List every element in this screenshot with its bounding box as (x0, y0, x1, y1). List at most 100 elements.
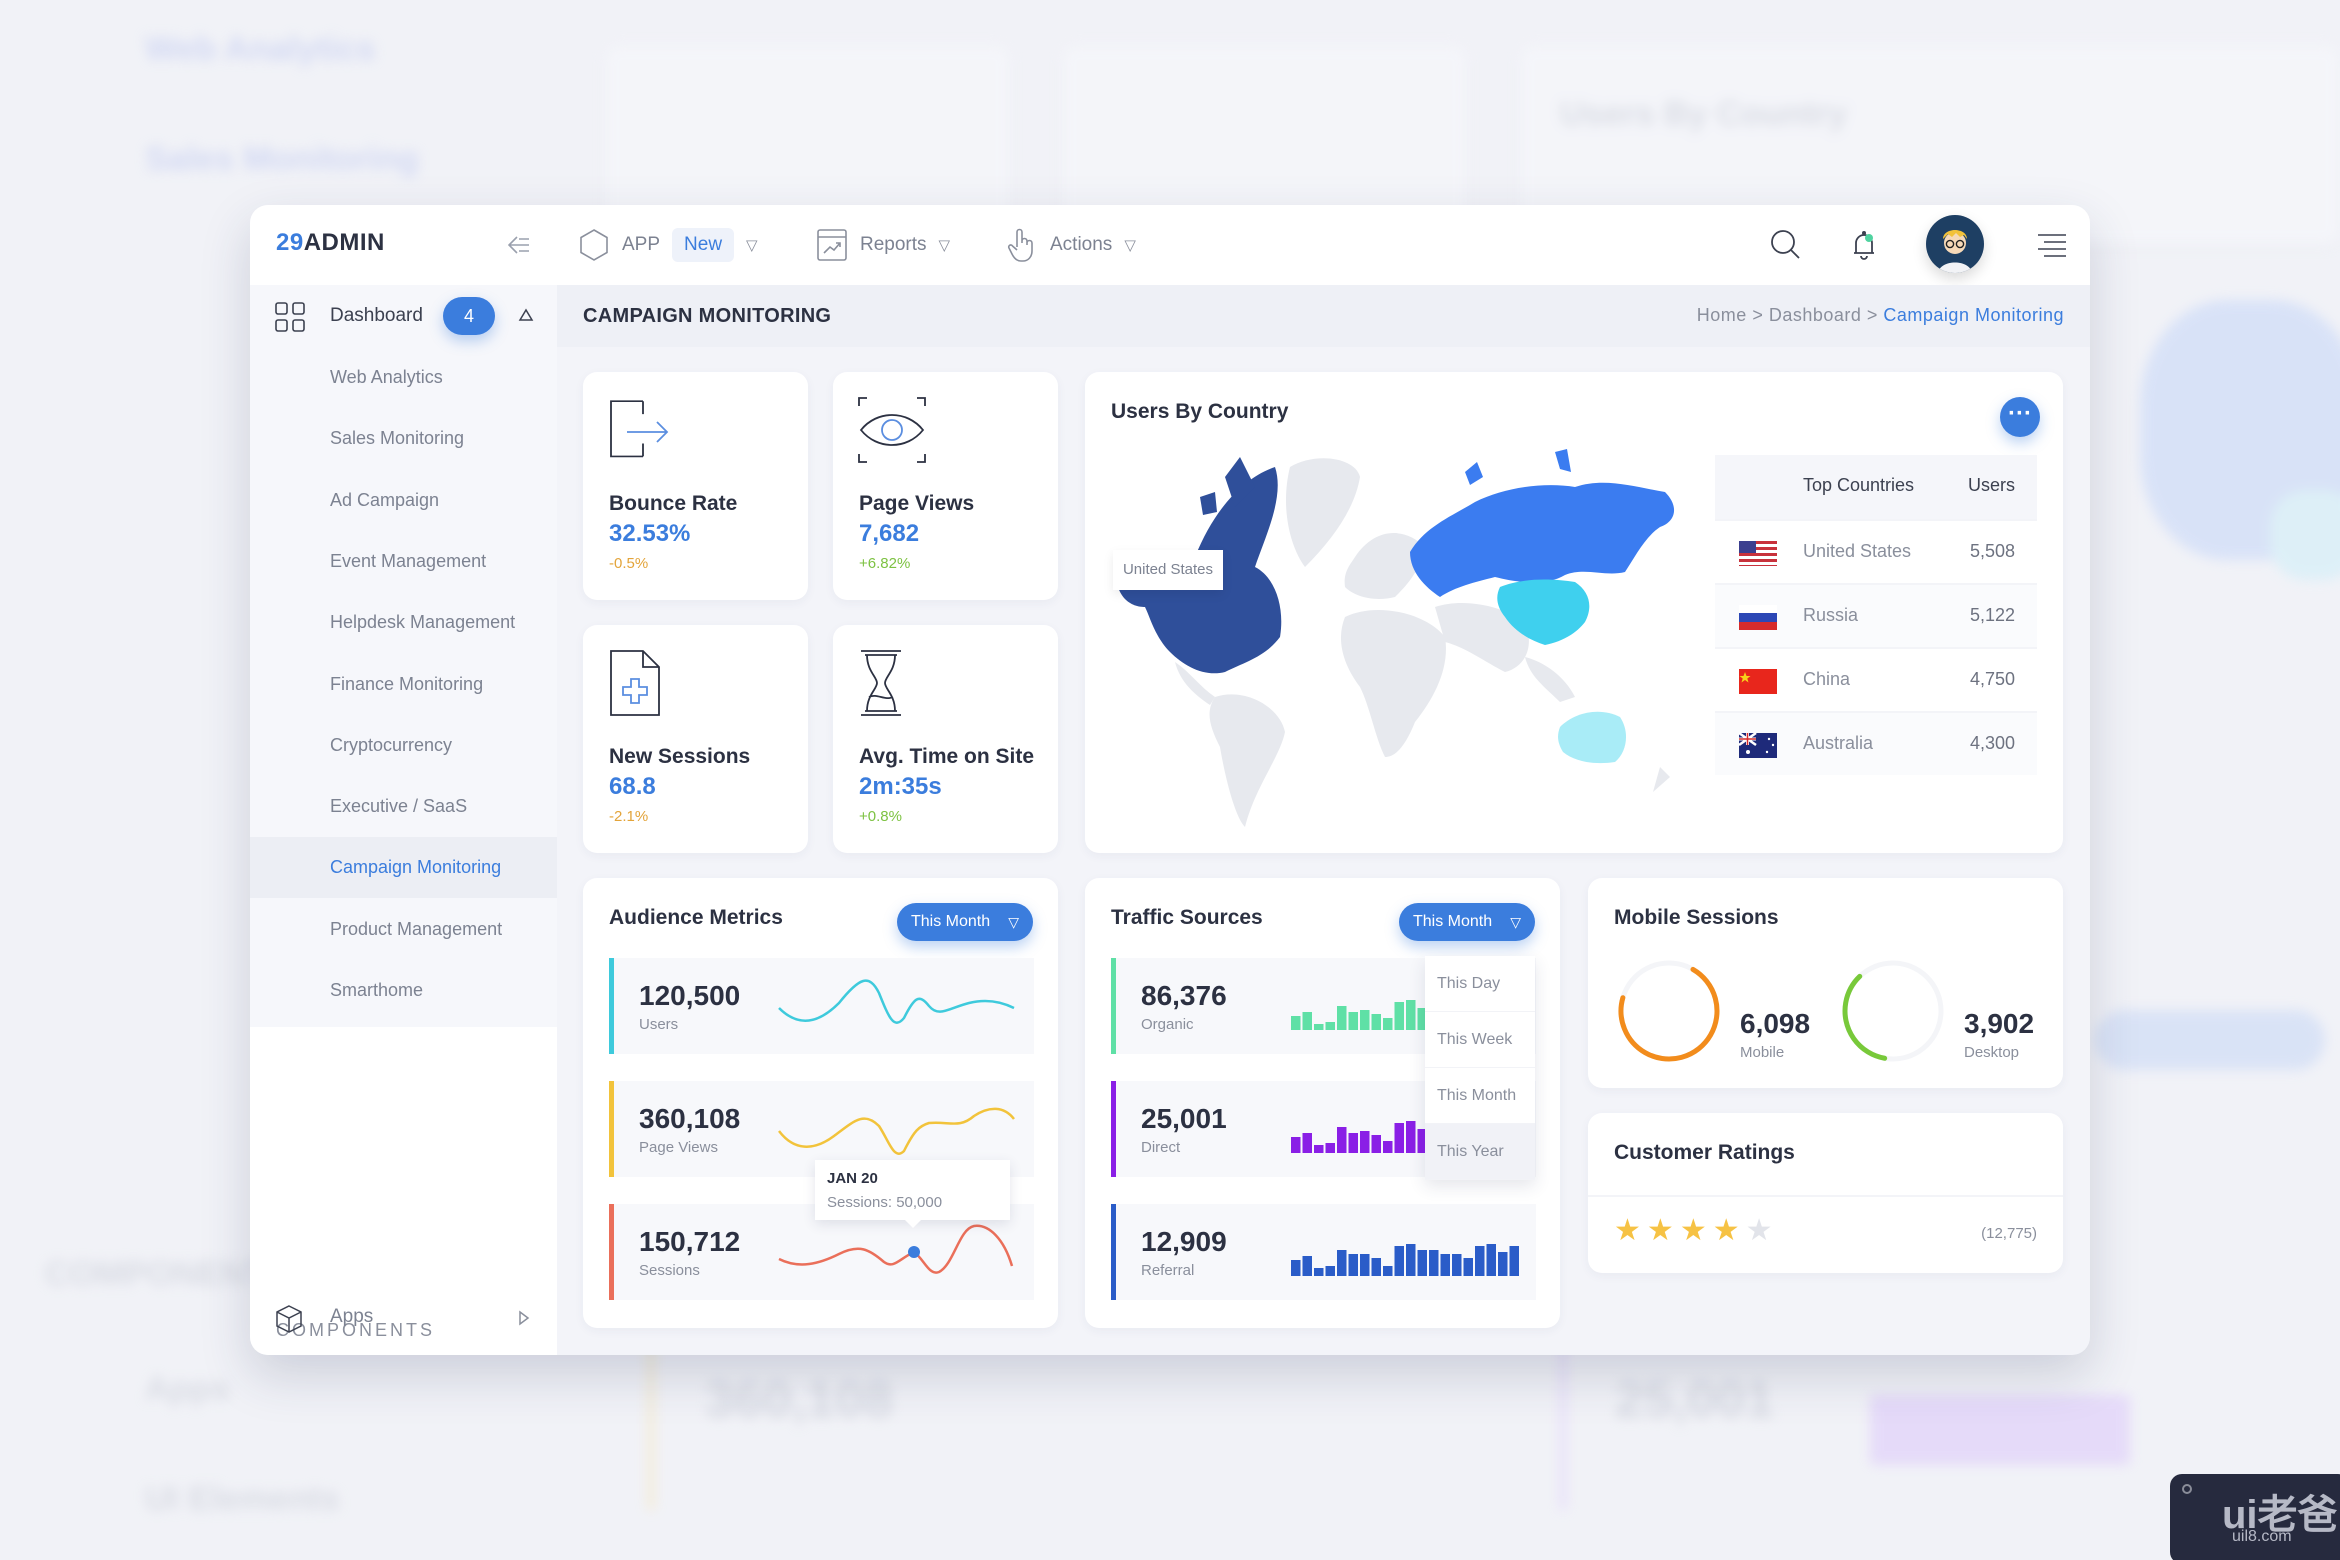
dropdown-option[interactable]: This Day (1425, 956, 1535, 1012)
hexagon-icon (580, 229, 608, 261)
bar (1348, 1012, 1358, 1030)
avatar-illustration (1938, 230, 1972, 273)
stat-card-new-sessions: New Sessions 68.8 -2.1% (583, 625, 808, 853)
sidebar-subitem[interactable]: Sales Monitoring (250, 408, 557, 469)
bar (1383, 1018, 1393, 1030)
notification-bell-icon[interactable] (1844, 225, 1884, 265)
mobile-label: Mobile (1740, 1044, 1785, 1061)
table-row[interactable]: United States 5,508 (1715, 519, 2037, 583)
bar (1360, 1254, 1370, 1276)
logo[interactable]: 29ADMIN (276, 229, 385, 257)
desktop-value: 3,902 (1964, 1008, 2035, 1039)
sidebar-subitem[interactable]: Cryptocurrency (250, 715, 557, 776)
search-icon[interactable] (1766, 225, 1806, 265)
bg-accent (648, 1330, 654, 1510)
star-empty-icon[interactable]: ★ (1746, 1216, 1773, 1246)
chart-report-icon (817, 229, 847, 261)
mobile-sessions-card: Mobile Sessions 6,098 Mobile 3,902 Deskt… (1588, 878, 2063, 1088)
hand-pointer-icon (1007, 228, 1033, 262)
bar (1371, 1135, 1381, 1153)
audience-range-dropdown[interactable]: This Month ▽ (897, 903, 1033, 941)
bar (1291, 1016, 1301, 1030)
bar (1371, 1014, 1381, 1030)
sidebar-subitem[interactable]: Product Management (250, 899, 557, 960)
map-tooltip: United States (1113, 550, 1223, 590)
accent-bar (609, 958, 614, 1054)
bar (1394, 1002, 1404, 1030)
notification-badge: 4 (443, 297, 495, 335)
eye-icon (858, 397, 926, 463)
bar (1337, 1250, 1347, 1276)
dropdown-option[interactable]: This Month (1425, 1068, 1535, 1124)
breadcrumb-home[interactable]: Home (1697, 305, 1747, 325)
mobile-ring-chart (1618, 960, 1720, 1062)
chevron-down-icon: ▽ (1008, 914, 1019, 930)
china-flag-icon (1739, 669, 1777, 694)
bar (1337, 1127, 1347, 1153)
sidebar-subitem[interactable]: Campaign Monitoring (250, 837, 557, 899)
hover-point[interactable] (908, 1246, 920, 1258)
sidebar-subitem[interactable]: Event Management (250, 531, 557, 592)
sidebar-subitem[interactable]: Web Analytics (250, 347, 557, 408)
metric-label: Users (639, 1016, 679, 1033)
star-filled-icon[interactable]: ★ (1614, 1216, 1641, 1246)
app-menu[interactable]: APP New ▽ (578, 225, 758, 265)
sidebar-component-item[interactable]: UI Elements (250, 1350, 557, 1356)
bar (1314, 1024, 1324, 1030)
table-row[interactable]: China 4,750 (1715, 647, 2037, 711)
top-countries-table: Top Countries Users United States 5,508 … (1715, 455, 2037, 775)
bar (1314, 1145, 1324, 1153)
sidebar-subitem[interactable]: Ad Campaign (250, 470, 557, 531)
bar (1463, 1258, 1473, 1276)
us-flag-icon (1739, 541, 1777, 566)
card-title: Customer Ratings (1614, 1141, 1795, 1164)
new-file-icon (610, 650, 660, 716)
bar (1314, 1268, 1324, 1276)
stat-card-page-views: Page Views 7,682 +6.82% (833, 372, 1058, 600)
bg-accent (1560, 1330, 1566, 1510)
russia-flag-icon (1739, 605, 1777, 630)
page-title: CAMPAIGN MONITORING (583, 305, 832, 327)
star-filled-icon[interactable]: ★ (1713, 1216, 1740, 1246)
table-row[interactable]: Russia 5,122 (1715, 583, 2037, 647)
sidebar-subitem[interactable]: Smarthome (250, 960, 557, 1021)
reports-label: Reports (860, 234, 927, 255)
stat-value: 68.8 (609, 773, 656, 800)
breadcrumb-dashboard[interactable]: Dashboard (1769, 305, 1862, 325)
new-button[interactable]: New (672, 228, 735, 262)
bar (1486, 1244, 1496, 1276)
chevron-down-icon[interactable]: ▽ (746, 236, 758, 254)
reports-menu[interactable]: Reports ▽ (816, 225, 950, 265)
traffic-range-dropdown[interactable]: This Month ▽ (1399, 903, 1535, 941)
collapse-sidebar-icon[interactable] (505, 231, 533, 259)
bg-text: Apps (145, 1370, 230, 1408)
dropdown-option[interactable]: This Year (1425, 1124, 1535, 1180)
metric-value: 360,108 (639, 1103, 741, 1134)
dropdown-option[interactable]: This Week (1425, 1012, 1535, 1068)
actions-menu[interactable]: Actions ▽ (1006, 225, 1136, 265)
star-filled-icon[interactable]: ★ (1647, 1216, 1674, 1246)
bar (1348, 1254, 1358, 1276)
more-options-button[interactable]: ··· (2000, 397, 2040, 437)
hamburger-menu-icon[interactable] (2032, 225, 2072, 265)
range-dropdown-menu: This Day This Week This Month This Year (1425, 956, 1535, 1180)
bg-dropdown (2095, 1010, 2325, 1070)
sidebar-subitem[interactable]: Helpdesk Management (250, 592, 557, 653)
metric-label: Sessions (639, 1262, 700, 1279)
metric-label: Organic (1141, 1016, 1194, 1033)
user-avatar[interactable] (1926, 215, 1984, 273)
chevron-up-icon[interactable] (518, 308, 534, 322)
sidebar-subitem[interactable]: Executive / SaaS (250, 776, 557, 837)
accent-bar (1111, 1081, 1116, 1177)
sidebar-item-dashboard[interactable]: Dashboard 4 (250, 285, 557, 347)
sidebar-component-item[interactable]: Apps (250, 1288, 557, 1349)
metric-row-users: 120,500 Users (609, 958, 1034, 1054)
metric-value: 12,909 (1141, 1226, 1227, 1257)
metric-label: Referral (1141, 1262, 1195, 1279)
bg-bars (1870, 1395, 2130, 1465)
table-row[interactable]: Australia 4,300 (1715, 711, 2037, 775)
star-filled-icon[interactable]: ★ (1680, 1216, 1707, 1246)
bg-text: UI Elements (145, 1480, 340, 1518)
sidebar-subitem[interactable]: Finance Monitoring (250, 654, 557, 715)
star-rating[interactable]: ★ ★ ★ ★ ★ (1614, 1216, 1773, 1246)
